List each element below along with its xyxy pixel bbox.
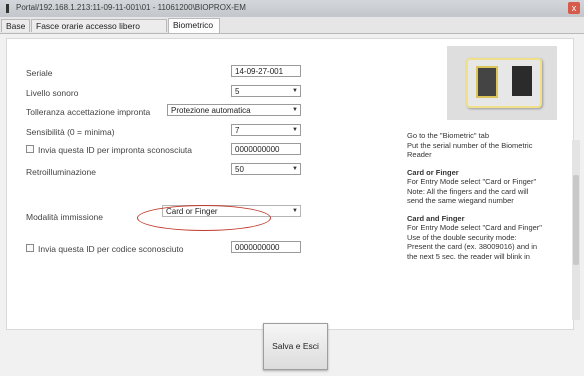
sensibilita-label: Sensibilità (0 = minima) bbox=[26, 127, 115, 137]
livello-sonoro-select[interactable]: 5 ▼ bbox=[231, 85, 301, 97]
help-line: send the same wiegand number bbox=[407, 196, 514, 205]
chevron-down-icon: ▼ bbox=[292, 208, 298, 214]
invia-codice-label: Invia questa ID per codice sconosciuto bbox=[38, 244, 184, 254]
tab-biometrico[interactable]: Biometrico bbox=[168, 18, 220, 33]
help-line: Present the card (ex. 38009016) and in bbox=[407, 242, 538, 251]
tolleranza-select[interactable]: Protezione automatica ▼ bbox=[167, 104, 301, 116]
help-scrollbar[interactable] bbox=[572, 140, 580, 320]
help-line: Use of the double security mode: bbox=[407, 232, 517, 242]
seriale-label: Seriale bbox=[26, 68, 53, 78]
modalita-label: Modalità immissione bbox=[26, 212, 103, 222]
livello-sonoro-value: 5 bbox=[235, 87, 240, 96]
scrollbar-thumb[interactable] bbox=[573, 175, 579, 265]
invia-impronta-label: Invia questa ID per impronta sconosciuta bbox=[38, 145, 193, 155]
livello-sonoro-label: Livello sonoro bbox=[26, 88, 79, 98]
window-title: Portal/192.168.1.213:11-09-11-001\01 - 1… bbox=[16, 3, 246, 12]
invia-impronta-checkbox[interactable] bbox=[26, 145, 34, 153]
help-line: the next 5 sec. the reader will blink in bbox=[407, 251, 530, 261]
chevron-down-icon: ▼ bbox=[292, 127, 298, 133]
retroilluminazione-value: 50 bbox=[235, 165, 244, 174]
help-line: Note: All the fingers and the card will bbox=[407, 186, 529, 196]
tab-fasce-orarie[interactable]: Fasce orarie accesso libero bbox=[31, 19, 167, 32]
seriale-field[interactable]: 14-09-27-001 bbox=[231, 65, 301, 77]
app-icon bbox=[6, 4, 9, 13]
help-line: For Entry Mode select "Card and Finger" bbox=[407, 223, 542, 232]
invia-impronta-field[interactable]: 0000000000 bbox=[231, 143, 301, 155]
help-heading: Card and Finger bbox=[407, 213, 465, 223]
help-intro-line: Reader bbox=[407, 150, 432, 159]
tab-bar: Base Fasce orarie accesso libero Biometr… bbox=[0, 17, 584, 34]
tab-base[interactable]: Base bbox=[1, 19, 30, 32]
help-intro-line: Go to the "Biometric" tab bbox=[407, 131, 490, 140]
app-window: Portal/192.168.1.213:11-09-11-001\01 - 1… bbox=[0, 0, 584, 376]
chevron-down-icon: ▼ bbox=[292, 107, 298, 113]
chevron-down-icon: ▼ bbox=[292, 166, 298, 172]
sensibilita-select[interactable]: 7 ▼ bbox=[231, 124, 301, 136]
close-button[interactable]: x bbox=[568, 2, 580, 14]
tolleranza-label: Tolleranza accettazione impronta bbox=[26, 107, 151, 117]
card-reader-icon bbox=[512, 66, 532, 96]
chevron-down-icon: ▼ bbox=[292, 88, 298, 94]
invia-codice-field[interactable]: 0000000000 bbox=[231, 241, 301, 253]
sensibilita-value: 7 bbox=[235, 126, 240, 135]
help-intro-line: Put the serial number of the Biometric bbox=[407, 140, 533, 150]
retroilluminazione-select[interactable]: 50 ▼ bbox=[231, 163, 301, 175]
invia-codice-checkbox[interactable] bbox=[26, 244, 34, 252]
highlight-ellipse bbox=[137, 205, 271, 231]
help-heading: Card or Finger bbox=[407, 167, 459, 177]
tolleranza-value: Protezione automatica bbox=[171, 106, 251, 115]
help-text: Go to the "Biometric" tab Put the serial… bbox=[407, 131, 569, 317]
retroilluminazione-label: Retroilluminazione bbox=[26, 167, 96, 177]
fingerprint-sensor-icon bbox=[476, 66, 498, 98]
biometric-reader-image bbox=[466, 58, 542, 108]
save-and-exit-button[interactable]: Salva e Esci bbox=[263, 323, 328, 370]
help-line: For Entry Mode select "Card or Finger" bbox=[407, 177, 537, 186]
title-bar: Portal/192.168.1.213:11-09-11-001\01 - 1… bbox=[0, 0, 584, 18]
